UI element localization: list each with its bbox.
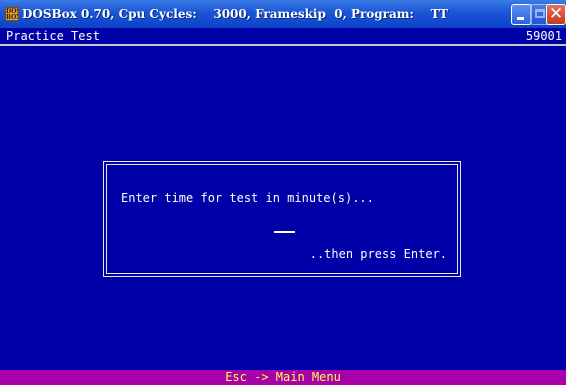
dosbox-app-icon[interactable]: DOSBOX — [5, 7, 19, 21]
close-button[interactable]: ✕ — [546, 4, 566, 25]
close-icon: ✕ — [548, 4, 564, 24]
header-divider — [0, 44, 566, 46]
dialog-inner-border: Enter time for test in minute(s)... ..th… — [106, 164, 458, 274]
page-title: Practice Test — [6, 29, 100, 43]
time-prompt: Enter time for test in minute(s)... — [121, 191, 374, 205]
enter-hint: ..then press Enter. — [309, 247, 447, 261]
window-titlebar[interactable]: DOSBOX DOSBox 0.70, Cpu Cycles: 3000, Fr… — [0, 0, 566, 28]
window-title: DOSBox 0.70, Cpu Cycles: 3000, Frameskip… — [22, 7, 449, 21]
status-bar: Esc -> Main Menu — [0, 370, 566, 385]
minutes-input-cursor[interactable] — [277, 231, 295, 233]
main-menu-hint: Esc -> Main Menu — [225, 370, 341, 384]
header-code: 59001 — [525, 29, 562, 43]
minimize-button[interactable] — [511, 4, 532, 25]
dosbox-window: DOSBOX DOSBox 0.70, Cpu Cycles: 3000, Fr… — [0, 0, 566, 385]
app-header: Practice Test 59001 — [0, 28, 566, 44]
time-input-dialog: Enter time for test in minute(s)... ..th… — [103, 161, 461, 277]
